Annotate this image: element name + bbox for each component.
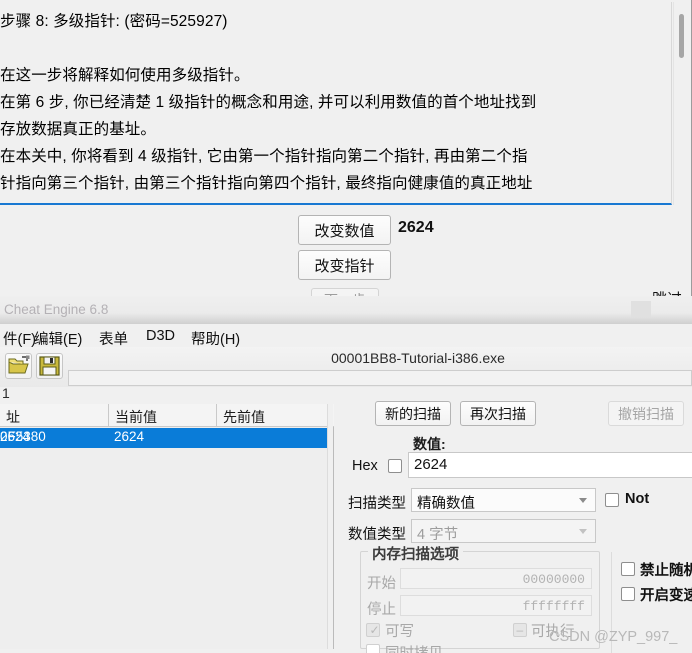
- writable-checkbox[interactable]: ✓: [366, 623, 380, 637]
- copy-on-write-checkbox[interactable]: [366, 644, 380, 653]
- attached-process-title: 00001BB8-Tutorial-i386.exe: [331, 350, 505, 366]
- value-type-value: 4 字节: [417, 527, 459, 543]
- checkmark-icon: ✓: [369, 623, 380, 637]
- scan-value-input[interactable]: 2624: [408, 452, 692, 478]
- memory-scan-options-legend: 内存扫描选项: [368, 543, 463, 564]
- found-count-label: 1: [2, 385, 10, 401]
- next-scan-button[interactable]: 再次扫描: [460, 401, 536, 426]
- speedhack-label: 开启变速: [640, 588, 692, 604]
- executable-checkbox[interactable]: –: [513, 623, 527, 637]
- tutorial-text-area: 步骤 8: 多级指针: (密码=525927) 在这一步将解释如何使用多级指针。…: [0, 2, 672, 205]
- hex-checkbox[interactable]: [388, 459, 402, 473]
- hex-label: Hex: [352, 458, 378, 474]
- screenshot-root: 步骤 8: 多级指针: (密码=525927) 在这一步将解释如何使用多级指针。…: [0, 0, 692, 653]
- not-label: Not: [625, 491, 650, 507]
- copy-on-write-label: 同时拷贝: [385, 642, 443, 653]
- value-type-select[interactable]: 4 字节: [411, 519, 596, 543]
- scan-type-label: 扫描类型: [348, 496, 406, 512]
- cheat-engine-title: Cheat Engine 6.8: [4, 302, 109, 317]
- scan-type-select[interactable]: 精确数值: [411, 488, 596, 512]
- scan-results-table[interactable]: 址 当前值 先前值 0F5380 2624 2624: [0, 404, 334, 649]
- change-value-button[interactable]: 改变数值: [298, 215, 391, 245]
- column-header-previous-value[interactable]: 先前值: [216, 404, 332, 427]
- value-type-label: 数值类型: [348, 527, 406, 543]
- dash-icon: –: [516, 623, 524, 637]
- cheat-engine-titlebar[interactable]: Cheat Engine 6.8: [0, 296, 692, 324]
- chevron-down-icon: [579, 498, 587, 503]
- cheat-engine-menubar: 件(F) 编辑(E) 表单 D3D 帮助(H): [0, 324, 692, 348]
- no-random-label: 禁止随机: [640, 563, 692, 579]
- process-address-field[interactable]: [68, 370, 692, 386]
- tutorial-line: 在本关中, 你将看到 4 级指针, 它由第一个指针指向第二个指针, 再由第二个指: [0, 148, 528, 165]
- watermark-text: CSDN @ZYP_997_: [549, 629, 678, 645]
- results-vertical-scrollbar[interactable]: [327, 404, 333, 649]
- tutorial-line-blank: [0, 35, 663, 62]
- health-value-display: 2624: [398, 219, 434, 236]
- cheat-engine-window: Cheat Engine 6.8 件(F) 编辑(E) 表单 D3D 帮助(H): [0, 296, 692, 653]
- tutorial-line: 在第 6 步, 你已经清楚 1 级指针的概念和用途, 并可以利用数值的首个地址找…: [0, 94, 537, 111]
- undo-scan-button[interactable]: 撤销扫描: [608, 401, 684, 426]
- menu-d3d[interactable]: D3D: [143, 327, 178, 345]
- table-row[interactable]: 0F5380 2624 2624: [0, 428, 332, 448]
- column-header-address[interactable]: 址: [0, 404, 108, 427]
- tutorial-line: 在这一步将解释如何使用多级指针。: [0, 67, 250, 84]
- scan-results-header: 址 当前值 先前值: [0, 404, 334, 427]
- tutorial-line: 步骤 8: 多级指针: (密码=525927): [0, 13, 228, 30]
- stop-address-input[interactable]: ffffffff: [400, 595, 592, 616]
- cell-previous-value: 2624: [0, 429, 31, 444]
- tutorial-window: 步骤 8: 多级指针: (密码=525927) 在这一步将解释如何使用多级指针。…: [0, 0, 692, 320]
- tutorial-scrollbar-thumb[interactable]: [679, 14, 684, 58]
- stop-address-label: 停止: [367, 602, 396, 618]
- change-pointer-button[interactable]: 改变指针: [298, 250, 391, 280]
- chevron-down-icon: [579, 529, 587, 534]
- scan-type-value: 精确数值: [417, 496, 475, 512]
- cell-current-value: 2624: [114, 429, 145, 444]
- new-scan-button[interactable]: 新的扫描: [375, 401, 451, 426]
- floppy-disk-glyph: [39, 356, 60, 376]
- speedhack-checkbox[interactable]: [621, 587, 635, 601]
- open-folder-glyph: [8, 355, 30, 374]
- no-random-checkbox[interactable]: [621, 562, 635, 576]
- writable-label: 可写: [385, 624, 414, 640]
- minimize-button[interactable]: [631, 301, 651, 317]
- value-label: 数值:: [413, 436, 446, 452]
- tutorial-line: 。: [0, 197, 663, 203]
- tutorial-text-scrollbar[interactable]: [673, 2, 689, 205]
- tutorial-line: 针指向第三个指针, 由第三个指针指向第四个指针, 最终指向健康值的真正地址: [0, 175, 533, 192]
- floppy-disk-save-icon[interactable]: [36, 353, 63, 379]
- tutorial-line: 存放数据真正的基址。: [0, 121, 157, 138]
- start-address-input[interactable]: 00000000: [400, 568, 592, 589]
- scan-control-panel: 新的扫描 再次扫描 撤销扫描 数值: Hex 2624 扫描类型 精确数值 No…: [335, 396, 692, 653]
- open-folder-icon[interactable]: [5, 353, 32, 379]
- not-checkbox[interactable]: [605, 493, 619, 507]
- column-header-current-value[interactable]: 当前值: [108, 404, 216, 427]
- start-address-label: 开始: [367, 576, 396, 592]
